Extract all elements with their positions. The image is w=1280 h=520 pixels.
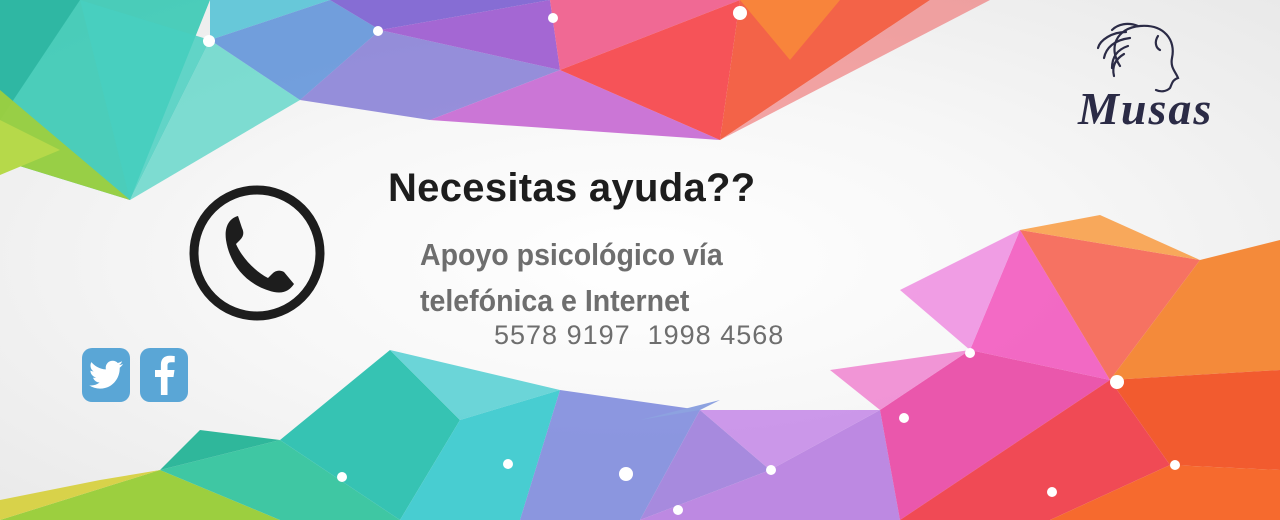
logo-text: Musas <box>1078 83 1214 134</box>
twitter-button[interactable] <box>82 348 130 402</box>
help-banner: Musas Necesitas ayuda?? Apoyo psicológic… <box>0 0 1280 520</box>
social-links <box>82 348 188 402</box>
facebook-button[interactable] <box>140 348 188 402</box>
service-description: Apoyo psicológico vía telefónica e Inter… <box>420 237 723 318</box>
headline: Necesitas ayuda?? <box>388 166 756 210</box>
twitter-icon <box>89 360 123 389</box>
phone-numbers: 5578 9197 1998 4568 <box>494 320 785 350</box>
phone-icon <box>186 182 328 324</box>
facebook-icon <box>155 355 175 395</box>
